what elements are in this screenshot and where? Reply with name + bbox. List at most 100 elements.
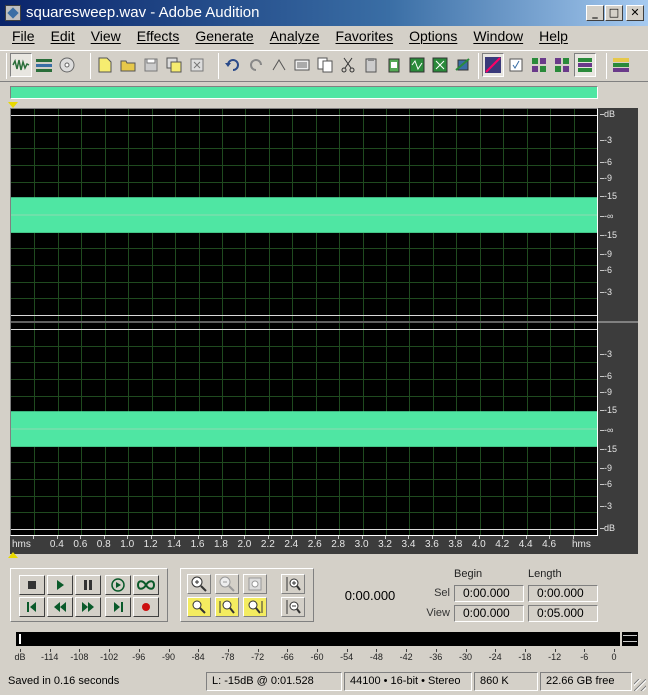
status-message: Saved in 0.16 seconds	[8, 675, 120, 687]
app-icon[interactable]	[5, 5, 21, 21]
ruler-label: 1.4	[167, 539, 182, 550]
ruler-tick	[197, 536, 199, 539]
meter-label: -36	[429, 652, 443, 662]
save-icon[interactable]	[140, 53, 162, 77]
spectral-view-icon[interactable]	[482, 53, 504, 77]
maximize-button[interactable]: □	[605, 5, 623, 21]
loop-icon[interactable]	[133, 575, 159, 595]
ruler-tick	[33, 536, 35, 539]
selection-begin-field[interactable]: 0:00.000	[454, 585, 524, 602]
ruler-tick	[244, 536, 246, 539]
workspace-icon[interactable]	[610, 53, 632, 77]
meter-label: -72	[251, 652, 265, 662]
db-scale[interactable]: dB -3 -6 -9 -15 -∞ -15 -9 -6 -3 -3 -6 -9 -15 -∞ -15 -9 -6…	[598, 108, 638, 536]
record-icon[interactable]	[133, 597, 159, 617]
db-label: -9	[604, 387, 613, 397]
new-file-icon[interactable]	[94, 53, 116, 77]
rewind-icon[interactable]	[47, 597, 73, 617]
title-bar[interactable]: squaresweep.wav - Adobe Audition _ □ ✕	[0, 0, 648, 26]
end-marker-icon[interactable]	[8, 552, 18, 558]
clip-indicator[interactable]	[622, 632, 638, 646]
undo-icon[interactable]	[222, 53, 244, 77]
copy-to-new-icon[interactable]	[314, 53, 336, 77]
db-tick	[600, 140, 604, 141]
repeat-last-icon[interactable]	[268, 53, 290, 77]
db-tick	[600, 430, 604, 431]
menu-window[interactable]: Window	[465, 26, 531, 48]
cd-project-icon[interactable]	[56, 53, 78, 77]
horizontal-tile-icon[interactable]	[551, 53, 573, 77]
menu-analyze[interactable]: Analyze	[262, 26, 328, 48]
selection-length-field[interactable]: 0:00.000	[528, 585, 598, 602]
db-tick	[600, 354, 604, 355]
play-to-end-icon[interactable]	[105, 575, 131, 595]
menu-help[interactable]: Help	[531, 26, 576, 48]
db-label: -3	[604, 501, 613, 511]
ruler-label: 2.0	[237, 539, 252, 550]
mix-paste-icon[interactable]	[406, 53, 428, 77]
menu-effects[interactable]: Effects	[129, 26, 188, 48]
menu-generate[interactable]: Generate	[187, 26, 261, 48]
ruler-tick	[338, 536, 340, 539]
close-button[interactable]: ✕	[626, 5, 644, 21]
zoom-full-icon[interactable]	[243, 574, 267, 594]
open-file-icon[interactable]	[117, 53, 139, 77]
go-to-end-icon[interactable]	[105, 597, 131, 617]
status-free-space: 22.66 GB free	[540, 672, 632, 691]
vertical-tile-icon[interactable]	[574, 53, 596, 77]
paste-icon[interactable]	[360, 53, 382, 77]
ruler-tick	[220, 536, 222, 539]
ruler-tick	[549, 536, 551, 539]
go-to-start-icon[interactable]	[19, 597, 45, 617]
zoom-out-vertical-icon[interactable]	[281, 597, 305, 617]
status-cursor-level: L: -15dB @ 0:01.528	[206, 672, 342, 691]
stop-icon[interactable]	[19, 575, 45, 595]
pause-icon[interactable]	[75, 575, 101, 595]
waveform-display: dB -3 -6 -9 -15 -∞ -15 -9 -6 -3 -3 -6 -9 -15 -∞ -15 -9 -6…	[10, 108, 638, 554]
ruler-label: 4.6	[542, 539, 557, 550]
frequency-analysis-icon[interactable]	[505, 53, 527, 77]
minimize-button[interactable]: _	[586, 5, 604, 21]
toolbar-edit-group	[218, 53, 474, 79]
zoom-out-icon[interactable]	[215, 574, 239, 594]
menu-view[interactable]: View	[83, 26, 129, 48]
zoom-right-icon[interactable]	[243, 597, 267, 617]
zoom-to-selection-icon[interactable]	[187, 597, 211, 617]
waveform-canvas[interactable]	[11, 109, 597, 535]
redo-icon[interactable]	[245, 53, 267, 77]
overview-bar[interactable]	[10, 86, 598, 99]
zoom-in-vertical-icon[interactable]	[281, 574, 305, 594]
edit-view-icon[interactable]	[10, 53, 32, 77]
crop-icon[interactable]	[452, 53, 474, 77]
meter-label: 0	[611, 652, 617, 662]
view-begin-field[interactable]: 0:00.000	[454, 605, 524, 622]
save-all-icon[interactable]	[163, 53, 185, 77]
copy-icon[interactable]	[291, 53, 313, 77]
db-tick	[600, 270, 604, 271]
menu-edit[interactable]: Edit	[43, 26, 83, 48]
grid-view-icon[interactable]	[528, 53, 550, 77]
menu-file[interactable]: File	[4, 26, 43, 48]
meter-label: -96	[132, 652, 146, 662]
ruler-unit-label: hms	[12, 539, 31, 550]
waveform-area[interactable]	[10, 108, 598, 536]
time-ruler[interactable]: hms hms 0.4 0.6 0.8 1.0 1.2 1.4 1.6 1.8 2.0 2.2 2.…	[10, 536, 598, 554]
sel-label: Sel	[434, 587, 450, 599]
level-meter[interactable]: dB -114 -108 -102 -96 -90 -84 -78 -72 -66 -60 -54 -4…	[10, 628, 638, 668]
close-file-icon[interactable]	[186, 53, 208, 77]
resize-grip-icon[interactable]	[634, 679, 646, 691]
window-title: squaresweep.wav - Adobe Audition	[26, 4, 260, 21]
menu-favorites[interactable]: Favorites	[328, 26, 402, 48]
multitrack-view-icon[interactable]	[33, 53, 55, 77]
play-icon[interactable]	[47, 575, 73, 595]
trim-icon[interactable]	[429, 53, 451, 77]
zoom-left-icon[interactable]	[215, 597, 239, 617]
paste-to-new-icon[interactable]	[383, 53, 405, 77]
zoom-in-icon[interactable]	[187, 574, 211, 594]
view-length-field[interactable]: 0:05.000	[528, 605, 598, 622]
fast-forward-icon[interactable]	[75, 597, 101, 617]
cut-icon[interactable]	[337, 53, 359, 77]
menu-options[interactable]: Options	[401, 26, 465, 48]
meter-tick	[554, 649, 556, 652]
time-display[interactable]: 0:00.000	[322, 570, 418, 620]
